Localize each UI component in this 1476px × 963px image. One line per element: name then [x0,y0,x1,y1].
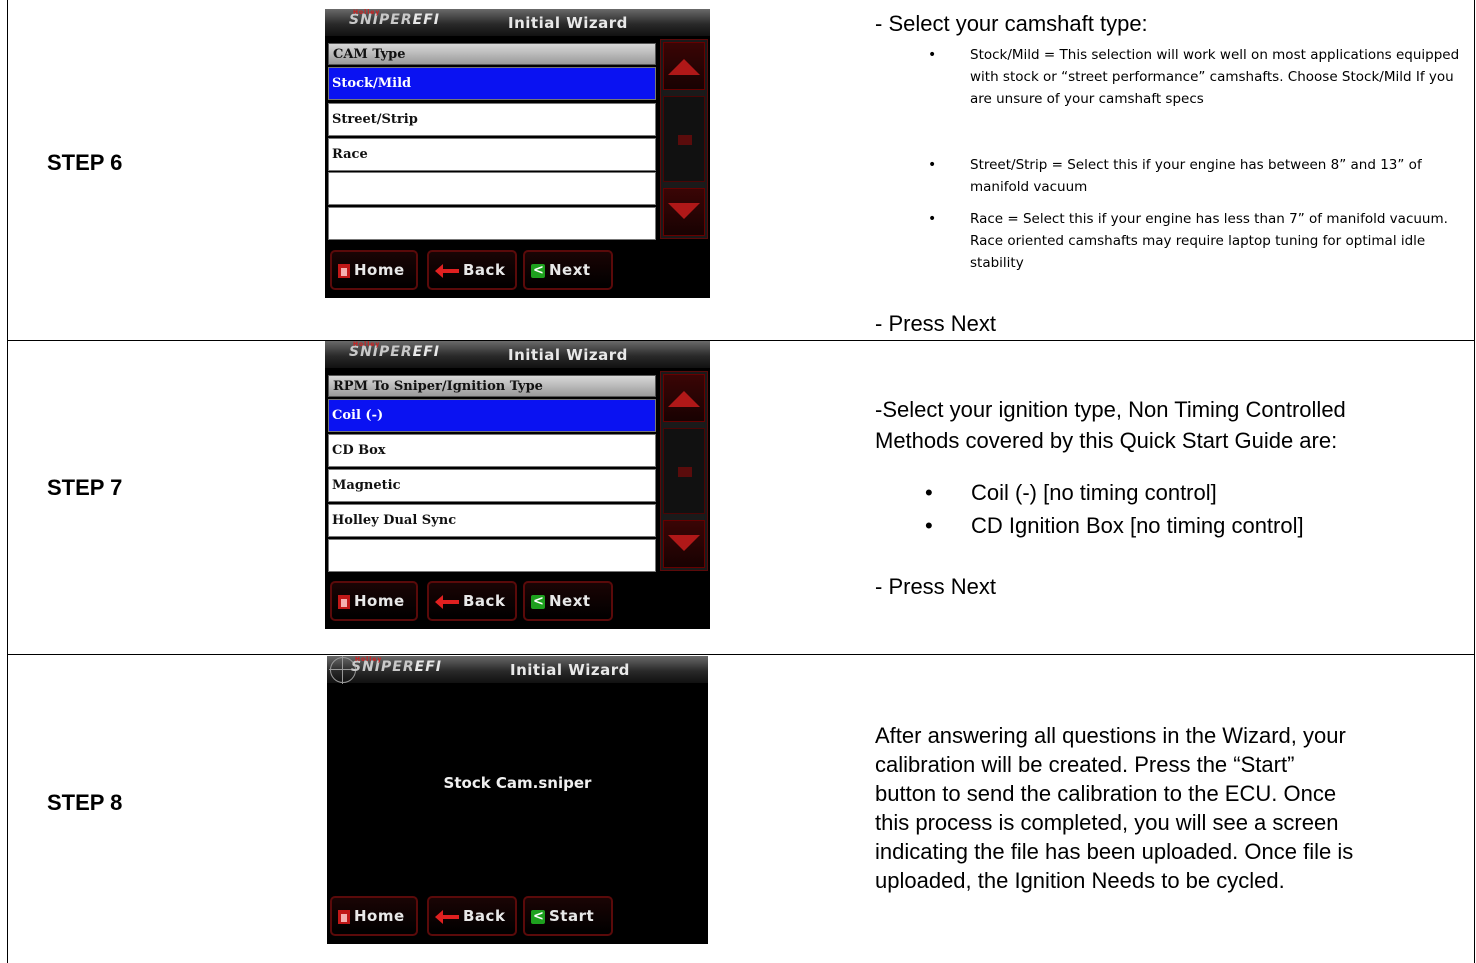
list-item[interactable]: Magnetic [328,469,656,502]
list-item[interactable]: Stock/Mild [328,67,656,100]
bullet-icon: • [928,211,937,227]
table-border-right [1474,0,1475,963]
step-label: STEP 7 [47,475,123,500]
back-button[interactable]: Back [427,581,517,621]
bullet-icon: • [928,157,937,173]
home-button[interactable]: Home [330,250,418,290]
calibration-file-name: Stock Cam.sniper [443,774,592,792]
next-icon [531,253,545,289]
back-button[interactable]: Back [427,896,517,936]
next-button[interactable]: Next [523,581,613,621]
screen-title: Initial Wizard [510,661,630,679]
list-item[interactable] [328,207,656,240]
wizard-screen: Holley SNIPEREFI Initial Wizard RPM To Sn… [325,341,710,629]
back-arrow-icon [435,263,459,278]
instruction-text: this process is completed, you will see … [875,810,1339,835]
bullet-icon: • [925,480,933,505]
screen-title: Initial Wizard [508,346,628,364]
home-button[interactable]: Home [330,581,418,621]
home-icon [338,909,350,924]
screen-header: Holley SNIPEREFI Initial Wizard [325,341,710,368]
bullet-icon: • [925,513,933,538]
instruction-footer: - Press Next [875,574,997,599]
list-item: • Stock/Mild = This selection will work … [928,44,1460,134]
scroll-up-arrow-icon[interactable] [663,42,705,90]
instruction-text: button to send the calibration to the EC… [875,781,1337,806]
instruction-text: indicating the file has been uploaded. O… [875,839,1354,864]
list-item[interactable]: CD Box [328,434,656,467]
home-icon [338,594,350,609]
scroll-down-arrow-icon[interactable] [663,188,705,236]
wizard-screen: Holley SNIPEREFI Initial Wizard CAM Type … [325,9,710,298]
next-button[interactable]: Next [523,250,613,290]
list-item[interactable]: Coil (-) [328,399,656,432]
screen-header: Holley SNIPEREFI Initial Wizard [325,9,710,36]
start-icon [531,899,545,935]
back-arrow-icon [435,594,459,609]
instruction-heading: - Select your camshaft type: [875,11,1148,36]
start-button[interactable]: Start [523,896,613,936]
list-item[interactable]: Race [328,138,656,171]
instruction-footer: - Press Next [875,311,997,336]
step-label: STEP 8 [47,790,123,815]
scroll-up-arrow-icon[interactable] [663,374,705,422]
scroll-down-arrow-icon[interactable] [663,520,705,568]
wizard-screen: Holley SNIPEREFI Initial Wizard Stock Cam… [327,656,708,944]
list-item: • Street/Strip = Select this if your eng… [928,154,1460,198]
row-divider [7,654,1475,655]
back-arrow-icon [435,909,459,924]
instruction-heading: -Select your ignition type, Non Timing C… [875,397,1346,422]
sniper-efi-logo: Holley SNIPEREFI [349,341,440,360]
row-divider [7,340,1475,341]
list-header: CAM Type [328,43,656,65]
list-header: RPM To Sniper/Ignition Type [328,375,656,397]
bullet-icon: • [928,47,937,63]
list-item[interactable]: Holley Dual Sync [328,504,656,537]
list-item[interactable] [328,172,656,205]
instruction-text: uploaded, the Ignition Needs to be cycle… [875,868,1285,893]
list-item[interactable] [328,539,656,572]
instruction-text: After answering all questions in the Wiz… [875,723,1346,748]
home-icon [338,263,350,278]
back-button[interactable]: Back [427,250,517,290]
screen-title: Initial Wizard [508,14,628,32]
table-border-left [7,0,8,963]
screen-header: Holley SNIPEREFI Initial Wizard [327,656,708,684]
instruction-heading: Methods covered by this Quick Start Guid… [875,428,1338,453]
sniper-efi-logo: Holley SNIPEREFI [351,656,442,675]
list-item: • Race = Select this if your engine has … [928,208,1460,274]
scrollbar[interactable] [660,39,708,239]
step-label: STEP 6 [47,150,123,175]
scrollbar[interactable] [660,371,708,571]
home-button[interactable]: Home [330,896,418,936]
sniper-efi-logo: Holley SNIPEREFI [349,9,440,28]
next-icon [531,584,545,620]
scroll-thumb[interactable] [663,428,705,514]
scroll-thumb[interactable] [663,96,705,182]
instruction-text: calibration will be created. Press the “… [875,752,1295,777]
list-item[interactable]: Street/Strip [328,103,656,136]
